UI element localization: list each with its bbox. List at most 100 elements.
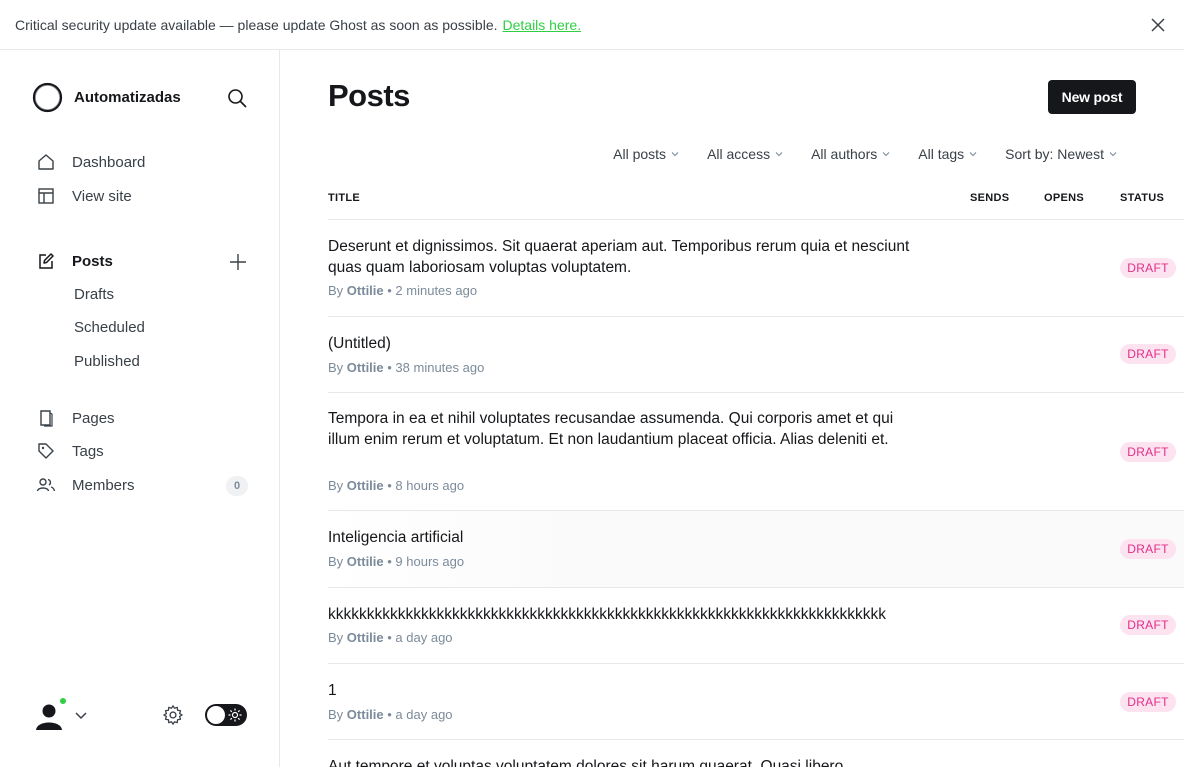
chevron-down-icon [969,152,977,157]
gear-icon[interactable] [162,704,184,726]
post-author: Ottilie [346,707,384,722]
layout-icon [38,188,54,204]
nav-posts-label: Posts [72,252,113,270]
post-title: Tempora in ea et nihil voluptates recusa… [328,410,894,448]
chevron-down-icon [75,712,87,720]
post-row[interactable]: (Untitled) By Ottilie • 38 minutes ago D… [328,317,1184,393]
sidebar: Automatizadas Dashboard View site Posts … [0,50,280,767]
post-meta: By Ottilie • a day ago [328,630,453,645]
banner-text: Critical security update available — ple… [15,16,498,33]
post-author: Ottilie [346,283,384,298]
nav-tags-label: Tags [72,442,104,460]
post-meta: By Ottilie • 8 hours ago [328,478,464,493]
edit-icon [39,253,54,269]
post-row[interactable]: kkkkkkkkkkkkkkkkkkkkkkkkkkkkkkkkkkkkkkkk… [328,588,1184,664]
filter-all-access-label: All access [707,146,771,162]
post-time: • 2 minutes ago [387,283,478,298]
filter-all-authors-label: All authors [811,146,878,162]
search-icon[interactable] [226,87,248,109]
filter-all-access[interactable]: All access [707,146,783,162]
nav-members[interactable]: Members [36,475,135,495]
filter-sort[interactable]: Sort by: Newest [1005,146,1117,162]
chevron-down-icon [775,152,783,157]
members-count-badge: 0 [226,476,248,496]
post-row[interactable]: Aut tempore et voluptas voluptatem dolor… [328,740,1184,767]
post-time: • a day ago [387,707,453,722]
nav-view-site[interactable]: View site [36,186,132,206]
post-by: By [328,283,344,298]
chevron-down-icon [671,152,679,157]
column-status: STATUS [1120,192,1165,204]
nav-dashboard[interactable]: Dashboard [36,152,145,172]
close-icon[interactable] [1148,15,1168,35]
nav-tags[interactable]: Tags [36,441,104,461]
new-post-button[interactable]: New post [1048,80,1136,114]
main-content: Posts New post All posts All access All … [281,50,1184,767]
filter-all-authors[interactable]: All authors [811,146,890,162]
post-time: • a day ago [387,630,453,645]
tag-icon [38,443,54,459]
post-row[interactable]: 1 By Ottilie • a day ago DRAFT [328,664,1184,740]
nav-published[interactable]: Published [74,353,140,370]
site-title: Automatizadas [74,89,181,106]
home-icon [38,154,54,170]
toggle-knob [207,706,225,724]
filter-all-tags[interactable]: All tags [918,146,977,162]
post-author: Ottilie [346,478,384,493]
post-row[interactable]: Deserunt et dignissimos. Sit quaerat ape… [328,220,1184,317]
post-meta: By Ottilie • a day ago [328,707,453,722]
status-badge: DRAFT [1120,344,1176,364]
update-banner: Critical security update available — ple… [0,0,1184,50]
status-badge: DRAFT [1120,692,1176,712]
avatar [32,696,68,732]
post-row[interactable]: Inteligencia artificial By Ottilie • 9 h… [328,511,1184,588]
status-badge: DRAFT [1120,539,1176,559]
column-sends: SENDS [970,192,1010,204]
post-row[interactable]: Tempora in ea et nihil voluptates recusa… [328,393,1184,511]
site-logo-icon [32,82,63,113]
nav-members-label: Members [72,476,135,494]
sun-icon [228,708,242,722]
members-icon [36,478,56,492]
post-meta: By Ottilie • 2 minutes ago [328,283,477,298]
chevron-down-icon [882,152,890,157]
dark-mode-toggle[interactable] [205,704,247,726]
filter-all-tags-label: All tags [918,146,965,162]
post-meta: By Ottilie • 9 hours ago [328,554,464,569]
post-by: By [328,554,344,569]
nav-dashboard-label: Dashboard [72,153,146,171]
filter-bar: All posts All access All authors All tag… [585,146,1117,162]
post-author: Ottilie [346,554,384,569]
filter-sort-label: Sort by: Newest [1005,146,1104,162]
post-title: Aut tempore et voluptas voluptatem dolor… [328,758,844,767]
column-title: TITLE [328,192,361,204]
post-title: kkkkkkkkkkkkkkkkkkkkkkkkkkkkkkkkkkkkkkkk… [328,606,886,623]
nav-drafts[interactable]: Drafts [74,286,114,303]
filter-all-posts[interactable]: All posts [613,146,679,162]
pages-icon [40,410,53,427]
post-title: Deserunt et dignissimos. Sit quaerat ape… [328,238,910,276]
nav-view-site-label: View site [72,187,132,205]
post-title: (Untitled) [328,335,391,352]
brand[interactable]: Automatizadas [32,82,181,113]
page-title: Posts [328,78,410,113]
post-author: Ottilie [346,630,384,645]
nav-scheduled[interactable]: Scheduled [74,319,145,336]
nav-pages-label: Pages [72,409,115,427]
nav-posts[interactable]: Posts [36,251,113,271]
status-badge: DRAFT [1120,442,1176,462]
user-menu[interactable] [32,696,88,732]
post-time: • 38 minutes ago [387,360,485,375]
post-by: By [328,478,344,493]
status-badge: DRAFT [1120,615,1176,635]
post-title: 1 [328,682,337,699]
nav-pages[interactable]: Pages [36,408,115,428]
chevron-down-icon [1109,152,1117,157]
post-meta: By Ottilie • 38 minutes ago [328,360,484,375]
post-author: Ottilie [346,360,384,375]
banner-details-link[interactable]: Details here. [503,17,582,33]
post-time: • 8 hours ago [387,478,465,493]
add-post-icon[interactable] [228,252,248,272]
online-status-dot [58,696,68,706]
post-title: Inteligencia artificial [328,529,464,546]
